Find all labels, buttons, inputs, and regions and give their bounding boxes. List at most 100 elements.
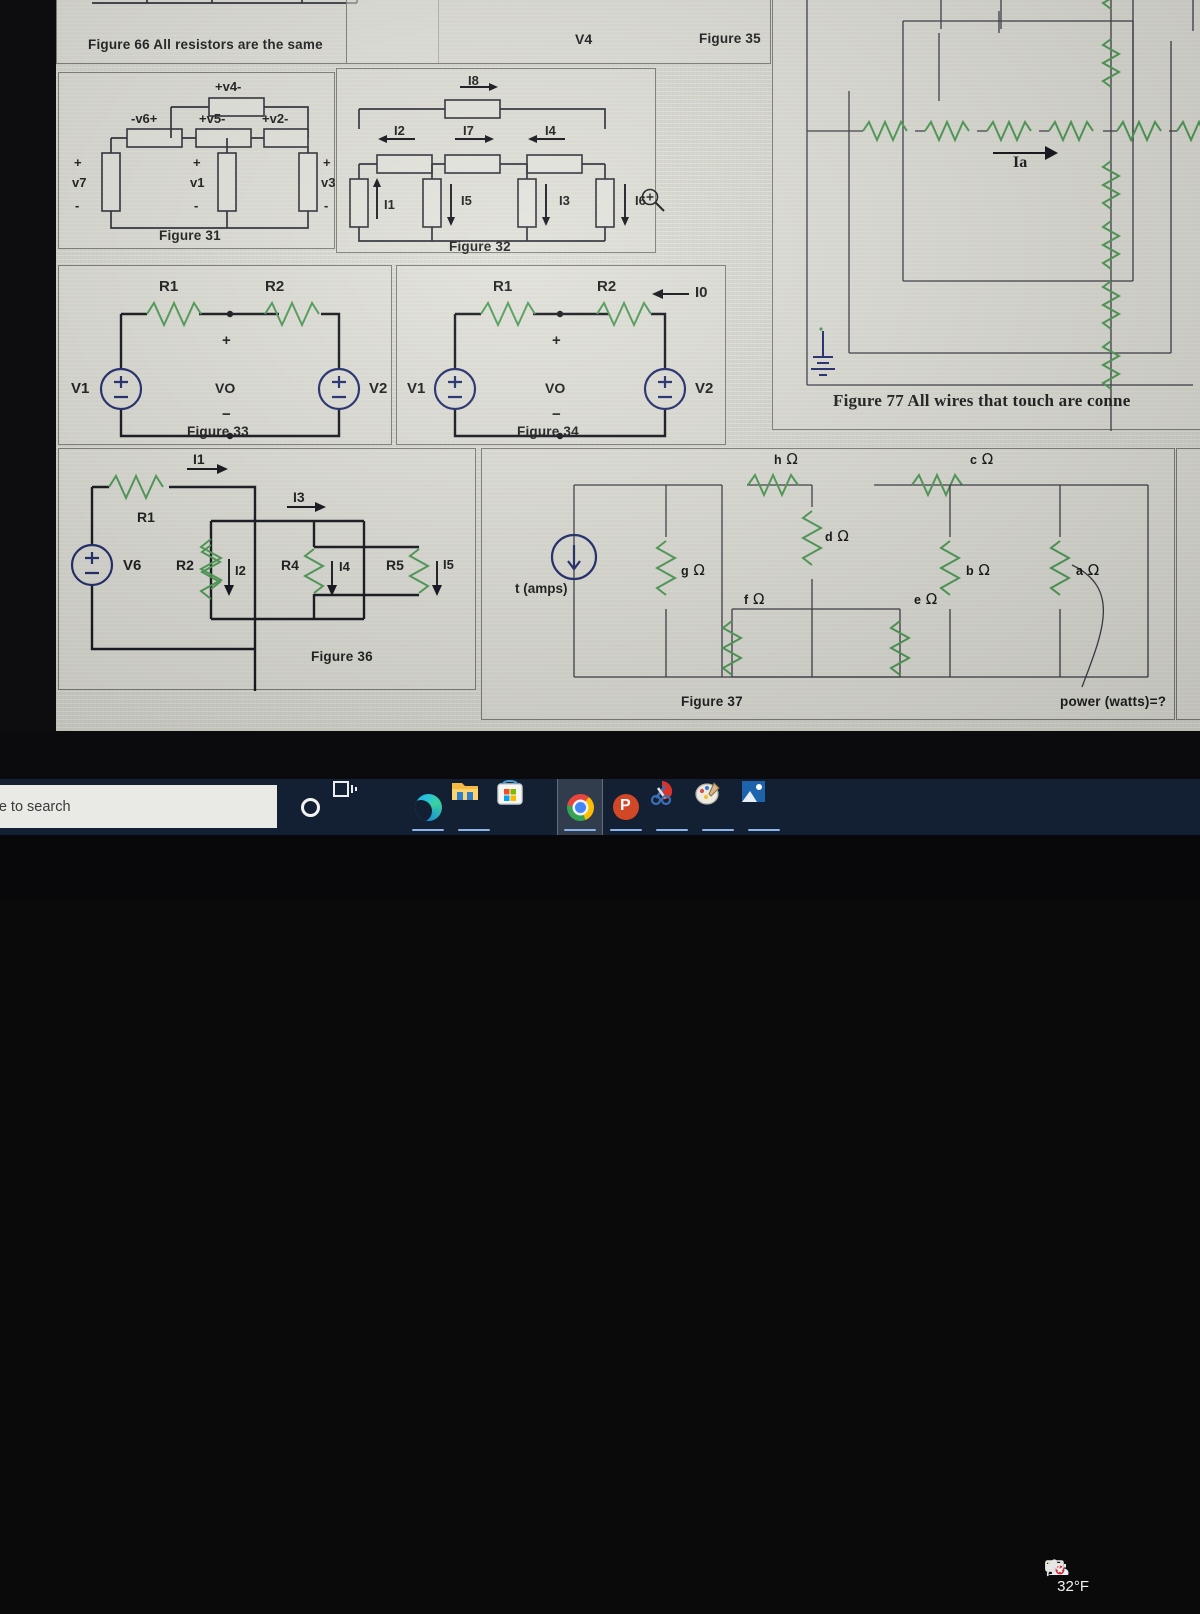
laptop-bezel-bottom — [0, 731, 1200, 779]
figure-31-v7-plus: + — [74, 155, 82, 170]
figure-36-r1-label: R1 — [137, 509, 155, 525]
figure-34-v2-label: V2 — [695, 380, 714, 397]
figure-36-r5-label: R5 — [386, 557, 404, 573]
figure-31-v1-plus: + — [193, 155, 201, 170]
microsoft-store-icon[interactable] — [497, 779, 543, 835]
figure-34-panel: R1 R2 V1 V2 VO + − I0 Figure 34 — [396, 265, 726, 445]
figure-36-r4-label: R4 — [281, 557, 299, 573]
figure-31-v1-minus: - — [194, 198, 199, 213]
figure-37-resistor-c: c Ω — [970, 450, 994, 468]
figure-32-i3-label: I3 — [559, 193, 570, 208]
figure-34-vo-label: VO — [545, 380, 566, 396]
figure-32-panel: I8 I2 I7 I4 I1 I5 I3 I6 Figure 32 — [336, 68, 665, 254]
cortana-icon[interactable] — [287, 779, 333, 835]
figure-37-resistor-f: f Ω — [744, 590, 765, 608]
figure-36-i5-label: I5 — [443, 557, 454, 572]
pen-icon[interactable] — [1046, 1558, 1200, 1614]
figure-34-i0-label: I0 — [695, 284, 708, 301]
figure-32-caption: Figure 32 — [449, 239, 511, 254]
figure-31-caption: Figure 31 — [159, 228, 221, 243]
figure-37-resistor-g: g Ω — [681, 561, 705, 579]
figure-37-power-question: power (watts)=? — [1060, 694, 1167, 709]
figure-37-resistor-e: e Ω — [914, 590, 938, 608]
figure-32-i7-label: I7 — [463, 123, 474, 138]
figure-33-r2-label: R2 — [265, 278, 285, 295]
figure-31-v7-minus: - — [75, 198, 80, 213]
laptop-screen-photo: Figure 66 All resistors are the same − +… — [0, 0, 1200, 1595]
edge-icon[interactable] — [405, 779, 451, 835]
photo-dark-area-bottom — [0, 835, 1200, 900]
figure-37-resistor-a: a Ω — [1076, 561, 1100, 579]
figure-33-caption: Figure 33 — [187, 424, 249, 439]
figure-36-i3-label: I3 — [293, 489, 305, 505]
figure-33-vo-minus: − — [222, 406, 231, 423]
figure-panel-fragment-right — [1176, 448, 1200, 720]
search-placeholder: re to search — [0, 798, 71, 815]
figure-36-i1-label: I1 — [193, 451, 205, 467]
figure-34-caption: Figure 34 — [517, 424, 579, 439]
meet-now-icon[interactable] — [1045, 1558, 1134, 1614]
figure-31-v3-plus: + — [323, 155, 331, 170]
figure-35-caption: Figure 35 — [699, 31, 761, 46]
figure-36-i4-label: I4 — [339, 559, 350, 574]
figure-37-resistor-b: b Ω — [966, 561, 990, 579]
figure-32-i2-label: I2 — [394, 123, 405, 138]
system-tray[interactable]: 32°F — [1044, 1558, 1200, 1614]
battery-charging-icon[interactable] — [1045, 1558, 1152, 1614]
figure-32-i4-label: I4 — [545, 123, 556, 138]
figure-34-vo-plus: + — [552, 332, 561, 349]
snipping-tool-icon[interactable] — [649, 779, 695, 835]
powerpoint-icon[interactable]: P — [603, 779, 649, 835]
chrome-icon[interactable] — [557, 779, 603, 835]
figure-33-v1-label: V1 — [71, 380, 90, 397]
figure-31-v6-label: -v6+ — [131, 111, 158, 126]
figure-33-vo-plus: + — [222, 332, 231, 349]
figure-33-r1-label: R1 — [159, 278, 179, 295]
search-input[interactable]: re to search — [0, 785, 277, 828]
figure-77-panel: Ia Figure 77 All wires that touch are co… — [772, 0, 1200, 431]
figure-66-caption: Figure 66 All resistors are the same — [88, 37, 323, 52]
figure-31-v5-label: +v5- — [199, 111, 226, 126]
figure-32-i5-label: I5 — [461, 193, 472, 208]
figure-36-v6-label: V6 — [123, 557, 142, 574]
volume-icon[interactable] — [1046, 1558, 1188, 1614]
figure-31-v3-label: v3 — [321, 175, 336, 190]
figure-36-i2-label: I2 — [235, 563, 246, 578]
figure-35-panel: − + V4 Figure 35 — [346, 0, 771, 64]
figure-34-r1-label: R1 — [493, 278, 513, 295]
figure-77-ia-label: Ia — [1013, 154, 1028, 171]
figure-32-i1-label: I1 — [384, 197, 395, 212]
figure-31-v3-minus: - — [324, 198, 329, 213]
figure-37-source-label: t (amps) — [515, 581, 568, 596]
paint-icon[interactable] — [695, 779, 741, 835]
figure-31-v1-label: v1 — [190, 175, 205, 190]
figure-37-resistor-h: h Ω — [774, 450, 798, 468]
chevron-up-icon[interactable] — [1045, 1558, 1116, 1614]
figure-33-v2-label: V2 — [369, 380, 388, 397]
magnifier-icon — [641, 188, 665, 212]
figure-77-caption: Figure 77 All wires that touch are conne — [833, 391, 1131, 410]
weather-temperature: 32°F — [1057, 1577, 1089, 1595]
figure-34-vo-minus: − — [552, 406, 561, 423]
figure-37-resistor-d: d Ω — [825, 527, 849, 545]
figure-34-v1-label: V1 — [407, 380, 426, 397]
figure-31-v7-label: v7 — [72, 175, 87, 190]
figure-34-r2-label: R2 — [597, 278, 617, 295]
figure-31-panel: +v4- -v6+ +v5- +v2- v7 + - v1 + - v3 + -… — [58, 72, 335, 249]
figure-31-v2-label: +v2- — [262, 111, 289, 126]
figure-36-caption: Figure 36 — [311, 649, 373, 664]
figure-33-panel: R1 R2 V1 V2 VO + − Figure 33 — [58, 265, 392, 445]
figure-36-r2-label: R2 — [176, 557, 194, 573]
network-disconnected-icon[interactable] — [1046, 1558, 1170, 1614]
figure-31-v4-label: +v4- — [215, 79, 242, 94]
figure-36-panel: I1 I3 R1 V6 R2 I2 R4 I4 R5 I5 Figure 36 — [58, 448, 476, 691]
figure-37-caption: Figure 37 — [681, 694, 743, 709]
figure-32-i8-label: I8 — [468, 73, 479, 88]
document-content-area[interactable]: Figure 66 All resistors are the same − +… — [56, 0, 1200, 731]
photos-icon[interactable] — [741, 779, 787, 835]
task-view-icon[interactable] — [333, 779, 379, 835]
figure-35-v4-label: V4 — [575, 31, 593, 47]
figure-37-panel: t (amps) h Ω c Ω d Ω g Ω f Ω e Ω b Ω a Ω… — [481, 448, 1175, 720]
file-explorer-icon[interactable] — [451, 779, 497, 835]
figure-33-vo-label: VO — [215, 380, 236, 396]
